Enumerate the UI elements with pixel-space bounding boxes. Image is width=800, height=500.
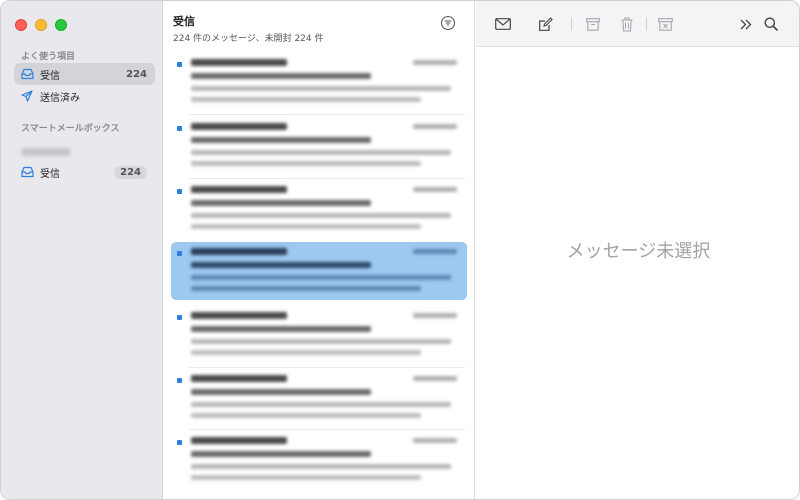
divider [189, 367, 465, 368]
message-sender [191, 248, 287, 255]
divider [189, 429, 465, 430]
list-item[interactable] [171, 180, 467, 238]
list-item-selected[interactable] [171, 242, 467, 300]
message-date [413, 60, 457, 65]
archive-icon [586, 17, 600, 31]
list-item[interactable] [171, 306, 467, 364]
list-item[interactable] [171, 117, 467, 175]
compose-icon [538, 16, 553, 31]
message-subject [191, 326, 371, 332]
favorites-section-label: よく使う項目 [21, 52, 76, 62]
message-preview [191, 350, 421, 355]
message-preview [191, 150, 451, 155]
trash-icon [621, 16, 633, 32]
message-preview [191, 224, 421, 229]
message-count-summary: 224 件のメッセージ、未開封 224 件 [173, 34, 324, 44]
message-preview [191, 464, 451, 469]
list-item[interactable] [171, 53, 467, 111]
sidebar-item-label: 送信済み [40, 92, 80, 104]
list-header: 受信 224 件のメッセージ、未開封 224 件 [173, 13, 324, 44]
message-detail-pane: メッセージ未選択 [476, 47, 799, 499]
list-item[interactable] [171, 431, 467, 489]
toolbar-separator [571, 17, 572, 31]
message-sender [191, 375, 287, 382]
message-date [413, 124, 457, 129]
message-preview [191, 161, 421, 166]
message-preview [191, 402, 451, 407]
message-preview [191, 275, 451, 280]
unread-dot-icon [177, 440, 182, 445]
mail-window: よく使う項目 受信 224 送信済み スマートメールボックス 受信 224 受信… [0, 0, 800, 500]
unread-count-badge: 224 [114, 165, 147, 179]
sidebar-item-account-inbox[interactable]: 受信 224 [14, 161, 155, 183]
divider [189, 178, 465, 179]
zoom-window-button[interactable] [55, 19, 67, 31]
message-sender [191, 312, 287, 319]
tray-icon [20, 67, 34, 81]
message-preview [191, 475, 421, 480]
more-toolbar-button[interactable] [737, 15, 755, 33]
message-subject [191, 451, 371, 457]
unread-dot-icon [177, 126, 182, 131]
close-window-button[interactable] [15, 19, 27, 31]
message-date [413, 187, 457, 192]
message-sender [191, 59, 287, 66]
sidebar: よく使う項目 受信 224 送信済み スマートメールボックス 受信 224 [1, 1, 163, 499]
compose-button[interactable] [536, 15, 554, 33]
message-date [413, 249, 457, 254]
message-preview [191, 339, 451, 344]
unread-dot-icon [177, 315, 182, 320]
message-subject [191, 262, 371, 268]
message-sender [191, 186, 287, 193]
message-list: 受信 224 件のメッセージ、未開封 224 件 [163, 1, 475, 499]
no-message-selected-text: メッセージ未選択 [566, 241, 711, 262]
message-subject [191, 200, 371, 206]
toolbar-separator [646, 17, 647, 31]
archive-button[interactable] [584, 15, 602, 33]
sidebar-item-inbox[interactable]: 受信 224 [14, 63, 155, 85]
message-preview [191, 97, 421, 102]
toolbar [476, 1, 799, 47]
search-icon [764, 17, 778, 31]
get-mail-button[interactable] [494, 15, 512, 33]
message-preview [191, 86, 451, 91]
junk-button[interactable] [656, 15, 674, 33]
chevrons-right-icon [740, 19, 752, 29]
message-preview [191, 286, 421, 291]
message-date [413, 438, 457, 443]
account-section-label [21, 148, 71, 156]
junk-icon [657, 17, 673, 31]
list-item[interactable] [171, 369, 467, 427]
sidebar-item-label: 受信 [40, 168, 60, 180]
message-subject [191, 389, 371, 395]
mailbox-title: 受信 [173, 15, 195, 28]
sidebar-item-sent[interactable]: 送信済み [14, 85, 155, 107]
minimize-window-button[interactable] [35, 19, 47, 31]
message-date [413, 313, 457, 318]
trash-button[interactable] [618, 15, 636, 33]
message-date [413, 376, 457, 381]
message-subject [191, 137, 371, 143]
sidebar-item-label: 受信 [40, 70, 60, 82]
unread-dot-icon [177, 189, 182, 194]
paperplane-icon [20, 89, 34, 103]
unread-dot-icon [177, 62, 182, 67]
message-preview [191, 213, 451, 218]
unread-dot-icon [177, 251, 182, 256]
unread-dot-icon [177, 378, 182, 383]
filter-button[interactable] [440, 15, 456, 31]
message-sender [191, 123, 287, 130]
unread-count-badge: 224 [126, 68, 147, 80]
smart-mailbox-section-label: スマートメールボックス [21, 124, 120, 134]
message-preview [191, 413, 421, 418]
envelope-icon [495, 18, 511, 30]
window-controls [15, 19, 67, 31]
divider [189, 114, 465, 115]
message-sender [191, 437, 287, 444]
filter-icon [440, 15, 456, 31]
search-button[interactable] [762, 15, 780, 33]
tray-icon [20, 165, 34, 179]
message-subject [191, 73, 371, 79]
